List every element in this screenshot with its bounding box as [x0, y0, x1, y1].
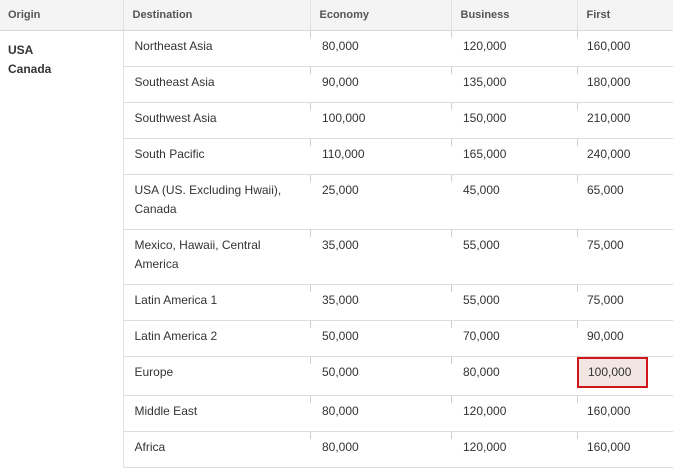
first-cell: 160,000 [577, 431, 673, 468]
header-origin: Origin [0, 0, 123, 31]
first-cell: 75,000 [577, 284, 673, 321]
table-body: USA Canada Northeast Asia 80,000 120,000… [0, 30, 673, 468]
table-row: USA Canada Northeast Asia 80,000 120,000… [0, 30, 673, 467]
business-cell: 55,000 [451, 229, 577, 285]
award-chart-table: Origin Destination Economy Business Firs… [0, 0, 673, 468]
economy-cell: 35,000 [310, 284, 451, 321]
destination-cell: Southeast Asia [123, 66, 310, 103]
business-cell: 120,000 [451, 431, 577, 468]
first-cell: 160,000 [577, 30, 673, 67]
destination-cell: Mexico, Hawaii, Central America [123, 229, 310, 285]
header-destination: Destination [122, 0, 310, 31]
origin-cell: USA Canada [0, 30, 124, 467]
header-business: Business [450, 0, 577, 31]
destination-cell: Northeast Asia [123, 30, 310, 67]
business-cell: 120,000 [451, 30, 577, 67]
header-first: First [576, 0, 673, 31]
business-cell: 70,000 [451, 320, 577, 357]
first-cell: 180,000 [577, 66, 673, 103]
first-cell: 160,000 [577, 395, 673, 432]
destination-cell: USA (US. Excluding Hwaii), Canada [123, 174, 310, 230]
economy-cell: 80,000 [310, 395, 451, 432]
economy-cell: 25,000 [310, 174, 451, 230]
first-cell: 65,000 [577, 174, 673, 230]
business-cell: 45,000 [451, 174, 577, 230]
header-economy: Economy [309, 0, 451, 31]
destination-cell: Latin America 1 [123, 284, 310, 321]
destination-cell: Middle East [123, 395, 310, 432]
header-row: Origin Destination Economy Business Firs… [0, 0, 673, 31]
economy-cell: 90,000 [310, 66, 451, 103]
first-cell: 240,000 [577, 138, 673, 175]
business-cell: 150,000 [451, 102, 577, 139]
first-cell: 90,000 [577, 320, 673, 357]
business-cell: 135,000 [451, 66, 577, 103]
economy-cell: 80,000 [310, 431, 451, 468]
origin-line-usa: USA [8, 42, 34, 57]
destination-cell: South Pacific [123, 138, 310, 175]
first-cell-highlighted: 100,000 [577, 356, 673, 396]
business-cell: 120,000 [451, 395, 577, 432]
economy-cell: 50,000 [310, 356, 451, 396]
business-cell: 80,000 [451, 356, 577, 396]
business-cell: 55,000 [451, 284, 577, 321]
destination-cell: Southwest Asia [123, 102, 310, 139]
first-cell: 210,000 [577, 102, 673, 139]
economy-cell: 110,000 [310, 138, 451, 175]
economy-cell: 100,000 [310, 102, 451, 139]
destination-cell: Latin America 2 [123, 320, 310, 357]
business-cell: 165,000 [451, 138, 577, 175]
economy-cell: 50,000 [310, 320, 451, 357]
table-header: Origin Destination Economy Business Firs… [0, 0, 673, 31]
economy-cell: 80,000 [310, 30, 451, 67]
economy-cell: 35,000 [310, 229, 451, 285]
origin-line-canada: Canada [8, 61, 52, 76]
highlight-box: 100,000 [577, 356, 648, 388]
destination-cell: Europe [123, 356, 310, 396]
destination-cell: Africa [123, 431, 310, 468]
first-cell: 75,000 [577, 229, 673, 285]
